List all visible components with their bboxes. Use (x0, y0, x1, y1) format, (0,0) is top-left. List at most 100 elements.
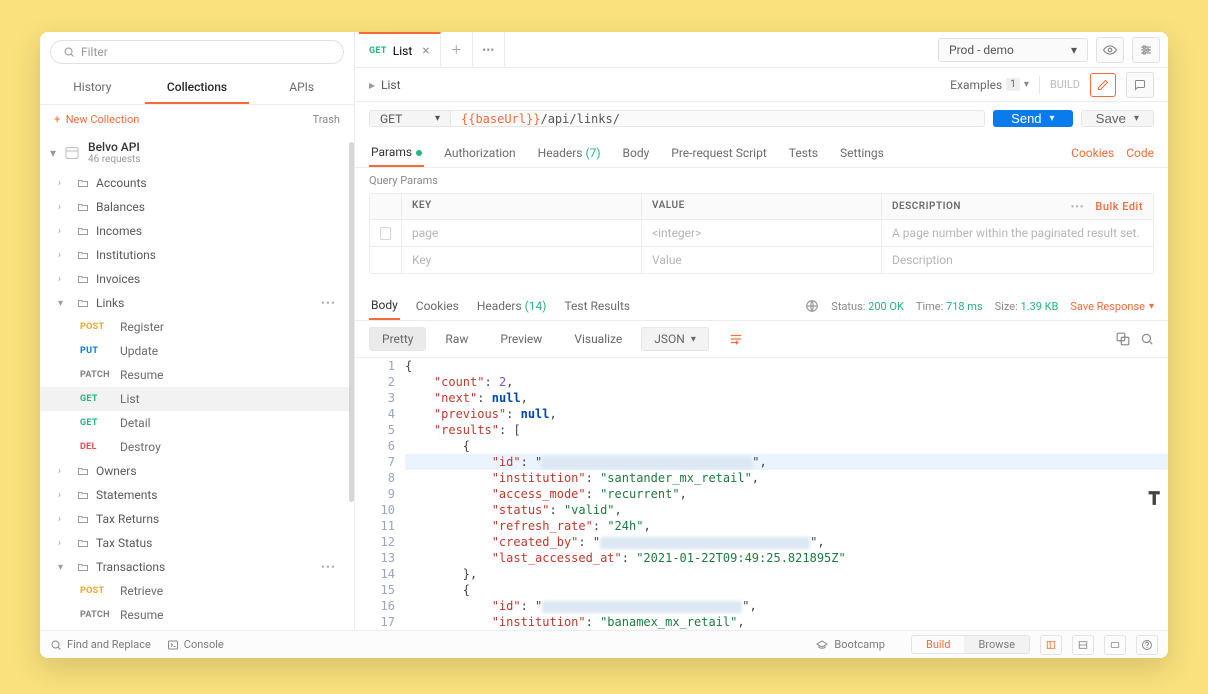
view-preview[interactable]: Preview (487, 327, 555, 351)
folder-balances[interactable]: ›Balances (40, 195, 354, 219)
req-update[interactable]: PUTUpdate (40, 339, 354, 363)
console-button[interactable]: Console (167, 638, 224, 651)
code-link[interactable]: Code (1126, 146, 1154, 160)
edit-icon[interactable] (1090, 73, 1116, 97)
folder-incomes[interactable]: ›Incomes (40, 219, 354, 243)
response-body[interactable]: 𝐓 1{2 "count": 2,3 "next": null,4 "previ… (355, 358, 1168, 630)
filter-input[interactable]: Filter (50, 40, 344, 64)
save-response-button[interactable]: Save Response ▾ (1070, 300, 1154, 313)
tab-prerequest[interactable]: Pre-request Script (669, 140, 768, 166)
collection-subtitle: 46 requests (88, 154, 140, 165)
req-register[interactable]: POSTRegister (40, 315, 354, 339)
param-key-input[interactable]: page (402, 220, 642, 246)
breadcrumb-arrow-icon[interactable]: ▸ (369, 78, 375, 92)
tab-authorization[interactable]: Authorization (442, 140, 518, 166)
view-visualize[interactable]: Visualize (561, 327, 635, 351)
req-resume[interactable]: PATCHResume (40, 363, 354, 387)
col-description: DESCRIPTION (892, 201, 961, 212)
resp-tab-cookies[interactable]: Cookies (414, 293, 461, 319)
save-button[interactable]: Save▾ (1081, 110, 1154, 127)
folder-more-icon[interactable]: ••• (321, 296, 346, 310)
param-value-input[interactable]: <integer> (642, 220, 882, 246)
col-key: KEY (402, 194, 642, 219)
view-pretty[interactable]: Pretty (369, 327, 426, 351)
tab-history[interactable]: History (40, 72, 145, 104)
folder-institutions[interactable]: ›Institutions (40, 243, 354, 267)
bootcamp-button[interactable]: Bootcamp (815, 638, 885, 651)
chevron-down-icon: ▾ (1024, 79, 1029, 90)
tab-collections[interactable]: Collections (145, 72, 250, 104)
tab-body[interactable]: Body (621, 140, 652, 166)
tab-params[interactable]: Params (369, 139, 424, 167)
settings-icon[interactable] (1132, 37, 1160, 63)
param-desc-input[interactable]: Description (882, 247, 1153, 273)
collection-tree: ▾ Belvo API 46 requests ›Accounts ›Balan… (40, 134, 354, 630)
breadcrumb: List (381, 78, 401, 92)
find-replace-button[interactable]: Find and Replace (50, 638, 151, 651)
folder-owners[interactable]: ›Owners (40, 459, 354, 483)
mode-build[interactable]: Build (912, 636, 964, 653)
view-raw[interactable]: Raw (432, 327, 481, 351)
req-resume2[interactable]: PATCHResume (40, 603, 354, 627)
layout-twopane-icon[interactable] (1040, 635, 1062, 655)
env-quicklook-icon[interactable] (1096, 37, 1124, 63)
folder-accounts[interactable]: ›Accounts (40, 171, 354, 195)
wrap-lines-icon[interactable] (715, 327, 757, 351)
bulk-edit-button[interactable]: Bulk Edit (1095, 200, 1143, 213)
tab-title: List (393, 44, 413, 58)
req-detail[interactable]: GETDetail (40, 411, 354, 435)
col-value: VALUE (642, 194, 882, 219)
folder-tax-status[interactable]: ›Tax Status (40, 531, 354, 555)
table-options-icon[interactable]: ••• (1071, 202, 1085, 213)
new-collection-button[interactable]: + New Collection (54, 113, 139, 126)
build-label: BUILD (1050, 78, 1080, 91)
param-checkbox[interactable] (380, 227, 391, 240)
folder-invoices[interactable]: ›Invoices (40, 267, 354, 291)
keyboard-shortcuts-icon[interactable] (1104, 635, 1126, 655)
environment-select[interactable]: Prod - demo ▾ (938, 38, 1088, 62)
tab-tests[interactable]: Tests (787, 140, 820, 166)
req-retrieve[interactable]: POSTRetrieve (40, 579, 354, 603)
cookies-link[interactable]: Cookies (1071, 146, 1114, 160)
req-list[interactable]: GETList (40, 387, 354, 411)
tree-root-item[interactable]: ▾ Belvo API 46 requests (40, 134, 354, 171)
request-tab[interactable]: GET List × (359, 32, 441, 67)
folder-statements[interactable]: ›Statements (40, 483, 354, 507)
mode-browse[interactable]: Browse (964, 636, 1029, 653)
folder-transactions[interactable]: ▾Transactions••• (40, 555, 354, 579)
param-key-input[interactable]: Key (402, 247, 642, 273)
help-icon[interactable] (1136, 635, 1158, 655)
folder-more-icon[interactable]: ••• (321, 560, 346, 574)
collection-icon (62, 145, 82, 161)
send-button[interactable]: Send▾ (993, 110, 1072, 127)
resp-tab-body[interactable]: Body (369, 292, 400, 320)
resp-tab-tests[interactable]: Test Results (562, 293, 632, 319)
resp-size: 1.39 KB (1020, 300, 1058, 313)
close-tab-icon[interactable]: × (422, 43, 429, 59)
tree-scrollbar[interactable] (349, 142, 354, 502)
trash-button[interactable]: Trash (313, 113, 340, 126)
examples-dropdown[interactable]: Examples 1 ▾ (950, 78, 1029, 92)
tab-apis[interactable]: APIs (249, 72, 354, 104)
comment-icon[interactable] (1126, 72, 1154, 98)
param-value-input[interactable]: Value (642, 247, 882, 273)
folder-tax-returns[interactable]: ›Tax Returns (40, 507, 354, 531)
resp-time: 718 ms (946, 300, 983, 313)
build-browse-toggle[interactable]: Build Browse (911, 635, 1030, 654)
tab-options-icon[interactable]: ••• (473, 32, 505, 67)
folder-links[interactable]: ▾Links••• (40, 291, 354, 315)
copy-icon[interactable] (1116, 332, 1130, 346)
format-dropdown[interactable]: JSON▾ (641, 327, 709, 351)
req-destroy[interactable]: DELDestroy (40, 435, 354, 459)
search-in-body-icon[interactable] (1140, 332, 1154, 346)
method-dropdown[interactable]: GET ▾ (369, 110, 451, 127)
layout-horizontal-icon[interactable] (1072, 635, 1094, 655)
sidebar: Filter History Collections APIs + New Co… (40, 32, 355, 630)
url-input[interactable]: {{baseUrl}}/api/links/ (451, 110, 985, 127)
tab-headers[interactable]: Headers (7) (536, 140, 603, 166)
tab-settings[interactable]: Settings (838, 140, 886, 166)
new-tab-button[interactable]: ＋ (441, 32, 473, 67)
resp-tab-headers[interactable]: Headers (14) (475, 293, 549, 319)
param-desc-input[interactable]: A page number within the paginated resul… (882, 220, 1153, 246)
params-table: KEY VALUE DESCRIPTION ••• Bulk Edit page… (369, 193, 1154, 274)
